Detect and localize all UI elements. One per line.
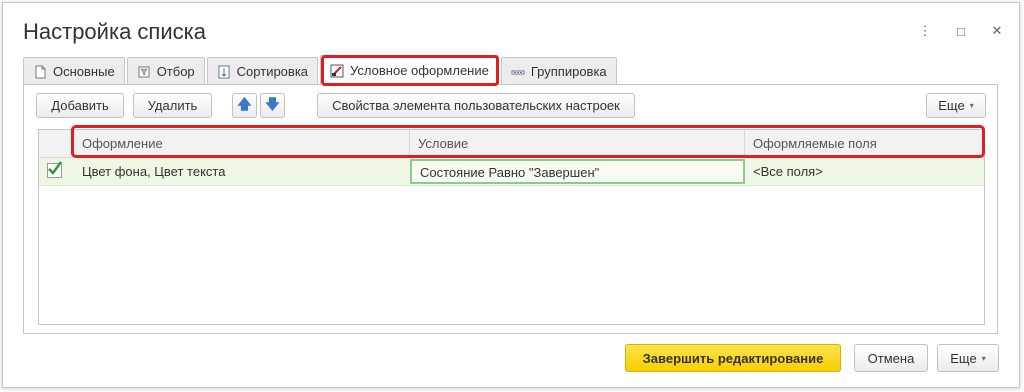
- fields-cell[interactable]: <Все поля>: [745, 158, 984, 185]
- conditional-format-icon: [330, 64, 344, 78]
- more-button[interactable]: Еще ▾: [926, 93, 986, 118]
- footer-more-button[interactable]: Еще ▾: [937, 344, 999, 372]
- move-down-button[interactable]: 🡇: [260, 93, 285, 118]
- document-icon: [33, 65, 47, 79]
- arrow-up-icon: 🡅: [237, 95, 252, 112]
- close-icon[interactable]: ✕: [989, 23, 1005, 39]
- row-checkbox[interactable]: [47, 161, 62, 178]
- table-row[interactable]: Цвет фона, Цвет текста Состояние Равно "…: [39, 158, 984, 186]
- tab-grouping[interactable]: Группировка: [500, 57, 617, 85]
- properties-button[interactable]: Свойства элемента пользовательских настр…: [317, 93, 635, 118]
- header-appearance[interactable]: Оформление: [74, 130, 410, 157]
- header-fields[interactable]: Оформляемые поля: [745, 130, 984, 157]
- tab-sorting[interactable]: Сортировка: [206, 57, 319, 85]
- checkmark-icon: [48, 161, 62, 175]
- list-settings-window: Настройка списка ⋮ □ ✕ Основные Отбор Со…: [2, 2, 1020, 388]
- more-label: Еще: [938, 98, 965, 113]
- tab-label: Сортировка: [236, 64, 309, 79]
- window-controls: ⋮ □ ✕: [917, 23, 1005, 39]
- footer-more-label: Еще: [950, 350, 977, 366]
- tab-label: Отбор: [156, 64, 195, 79]
- header-checkbox-column: [39, 130, 74, 157]
- chevron-down-icon: ▾: [969, 101, 974, 110]
- tab-bar: Основные Отбор Сортировка Условное оформ…: [23, 55, 619, 85]
- chevron-down-icon: ▾: [981, 353, 986, 363]
- tab-label: Основные: [53, 64, 115, 79]
- grouping-icon: [511, 65, 525, 79]
- appearance-cell[interactable]: Цвет фона, Цвет текста: [74, 158, 410, 185]
- header-condition[interactable]: Условие: [410, 130, 745, 157]
- table-header: Оформление Условие Оформляемые поля: [39, 130, 984, 158]
- arrow-down-icon: 🡇: [265, 95, 280, 112]
- filter-icon: [137, 65, 151, 79]
- condition-cell[interactable]: Состояние Равно "Завершен": [410, 159, 745, 184]
- delete-button[interactable]: Удалить: [133, 93, 212, 118]
- more-menu-icon[interactable]: ⋮: [917, 23, 933, 39]
- window-title: Настройка списка: [23, 19, 206, 44]
- tab-filter[interactable]: Отбор: [126, 57, 205, 85]
- tab-main[interactable]: Основные: [23, 57, 125, 85]
- add-button[interactable]: Добавить: [36, 93, 124, 118]
- move-up-button[interactable]: 🡅: [232, 93, 257, 118]
- tab-conditional-formatting[interactable]: Условное оформление: [320, 55, 499, 85]
- tab-panel: Добавить Удалить 🡅 🡇 Свойства элемента п…: [23, 84, 998, 334]
- maximize-icon[interactable]: □: [953, 23, 969, 39]
- sort-icon: [217, 65, 231, 79]
- cancel-button[interactable]: Отмена: [854, 344, 928, 372]
- tab-label: Группировка: [530, 64, 607, 79]
- conditional-format-table: Оформление Условие Оформляемые поля Цвет…: [38, 129, 985, 325]
- tab-label: Условное оформление: [350, 63, 489, 78]
- finish-editing-button[interactable]: Завершить редактирование: [625, 344, 841, 372]
